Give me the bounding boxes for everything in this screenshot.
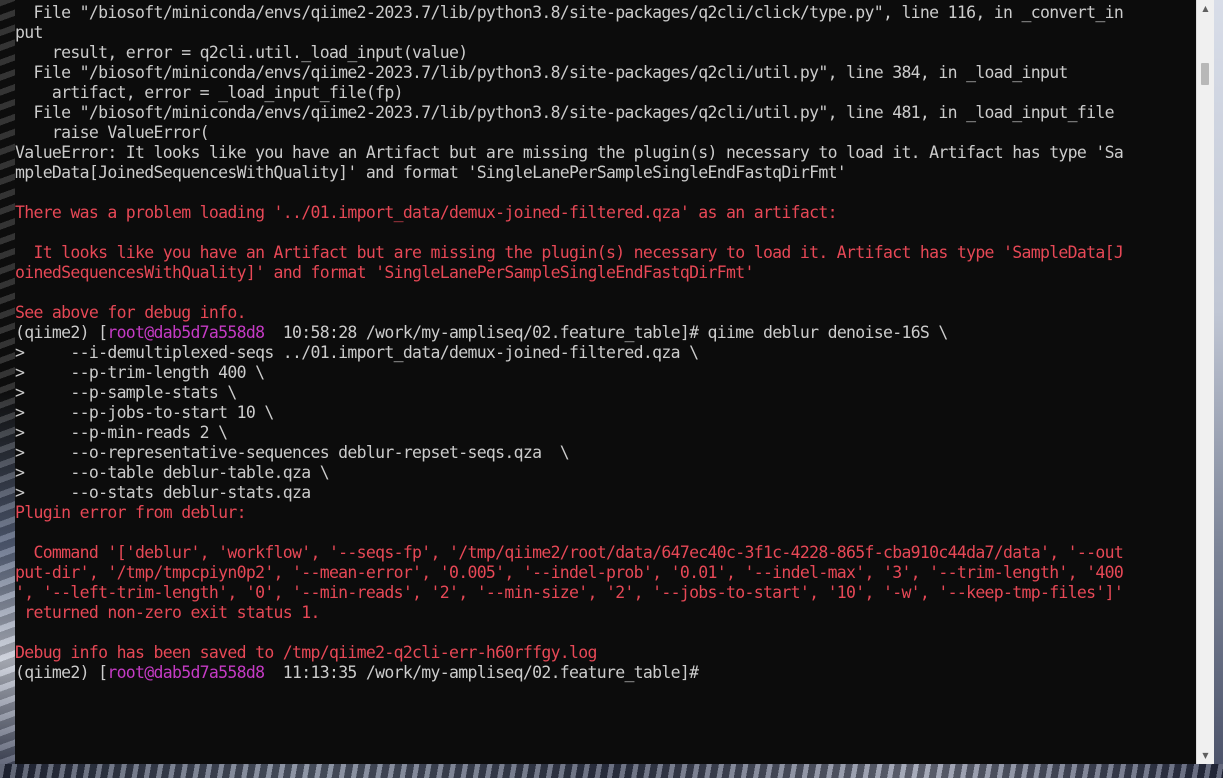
error-line (15, 283, 1214, 303)
error-line: Plugin error from deblur: (15, 503, 247, 522)
output-line: result, error = q2cli.util._load_input(v… (15, 43, 468, 62)
prompt-env: (qiime2) [ (15, 663, 108, 682)
error-line: It looks like you have an Artifact but a… (15, 243, 1124, 262)
output-line: > --i-demultiplexed-seqs ../01.import_da… (15, 343, 699, 362)
error-line (15, 223, 1214, 243)
wallpaper-right-edge (1214, 0, 1223, 778)
prompt-user-host: root@dab5d7a558d8 (107, 323, 265, 342)
output-line: mpleData[JoinedSequencesWithQuality]' an… (15, 163, 847, 182)
prompt-line: (qiime2) [root@dab5d7a558d8 11:13:35 /wo… (15, 663, 1214, 683)
scroll-down-icon[interactable]: ▼ (1197, 747, 1214, 764)
error-line: returned non-zero exit status 1. (15, 603, 320, 622)
output-line: ValueError: It looks like you have an Ar… (15, 143, 1124, 162)
terminal-window[interactable]: File "/biosoft/miniconda/envs/qiime2-202… (15, 0, 1214, 764)
output-line: > --o-stats deblur-stats.qza (15, 483, 311, 502)
output-line: File "/biosoft/miniconda/envs/qiime2-202… (15, 103, 1114, 122)
wallpaper-bottom-edge (0, 764, 1223, 778)
prompt-command: 10:58:28 /work/my-ampliseq/02.feature_ta… (264, 323, 949, 342)
desktop: File "/biosoft/miniconda/envs/qiime2-202… (0, 0, 1223, 778)
output-line: artifact, error = _load_input_file(fp) (15, 83, 404, 102)
prompt-env: (qiime2) [ (15, 323, 108, 342)
error-line: Debug info has been saved to /tmp/qiime2… (15, 643, 597, 662)
error-line (15, 523, 1214, 543)
error-line: ', '--left-trim-length', '0', '--min-rea… (15, 583, 1124, 602)
error-line: put-dir', '/tmp/tmpcpiyn0p2', '--mean-er… (15, 563, 1124, 582)
wallpaper-left-edge (0, 0, 15, 778)
scroll-up-icon[interactable]: ▲ (1197, 0, 1214, 17)
output-line: > --p-trim-length 400 \ (15, 363, 265, 382)
error-line (15, 623, 1214, 643)
error-line: See above for debug info. (15, 303, 247, 322)
vertical-scrollbar[interactable]: ▲ ▼ (1196, 0, 1214, 764)
prompt-user-host: root@dab5d7a558d8 (107, 663, 265, 682)
output-line: > --o-table deblur-table.qza \ (15, 463, 330, 482)
prompt-command: 11:13:35 /work/my-ampliseq/02.feature_ta… (264, 663, 699, 682)
error-line: There was a problem loading '../01.impor… (15, 203, 838, 222)
output-line: > --p-jobs-to-start 10 \ (15, 403, 274, 422)
error-line: Command '['deblur', 'workflow', '--seqs-… (15, 543, 1124, 562)
output-line: > --o-representative-sequences deblur-re… (15, 443, 570, 462)
prompt-line: (qiime2) [root@dab5d7a558d8 10:58:28 /wo… (15, 323, 1214, 343)
output-line: > --p-sample-stats \ (15, 383, 237, 402)
output-line: > --p-min-reads 2 \ (15, 423, 228, 442)
output-line: File "/biosoft/miniconda/envs/qiime2-202… (15, 3, 1124, 22)
output-line: raise ValueError( (15, 123, 210, 142)
output-line: put (15, 23, 43, 42)
output-line: File "/biosoft/miniconda/envs/qiime2-202… (15, 63, 1068, 82)
error-line: oinedSequencesWithQuality]' and format '… (15, 263, 754, 282)
terminal-output[interactable]: File "/biosoft/miniconda/envs/qiime2-202… (15, 3, 1214, 743)
scroll-thumb[interactable] (1201, 63, 1209, 85)
